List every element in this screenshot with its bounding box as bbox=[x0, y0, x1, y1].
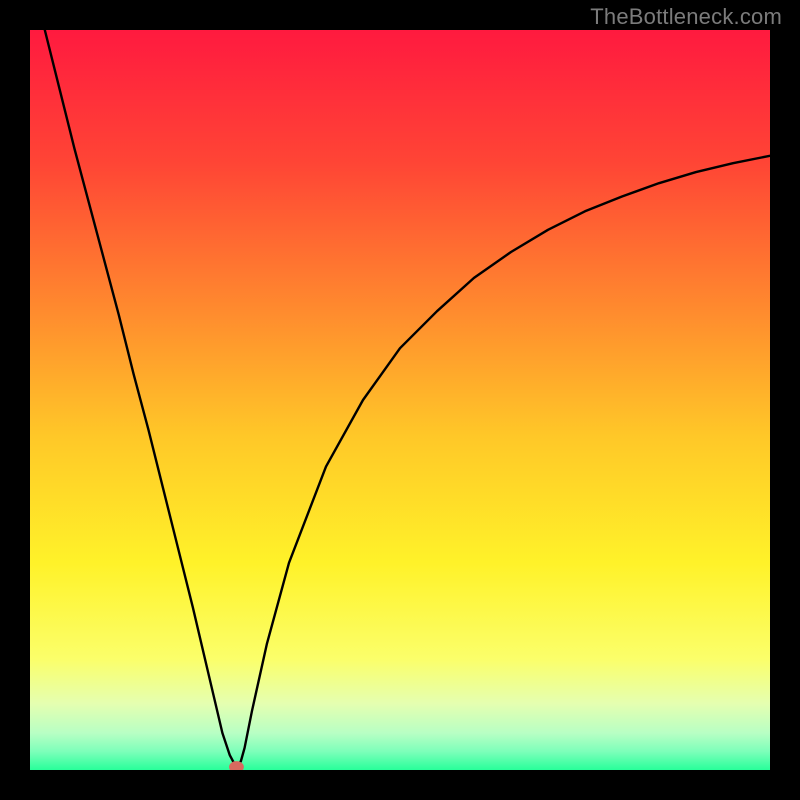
chart-frame: TheBottleneck.com bbox=[0, 0, 800, 800]
watermark-text: TheBottleneck.com bbox=[590, 4, 782, 30]
bottleneck-chart bbox=[30, 30, 770, 770]
